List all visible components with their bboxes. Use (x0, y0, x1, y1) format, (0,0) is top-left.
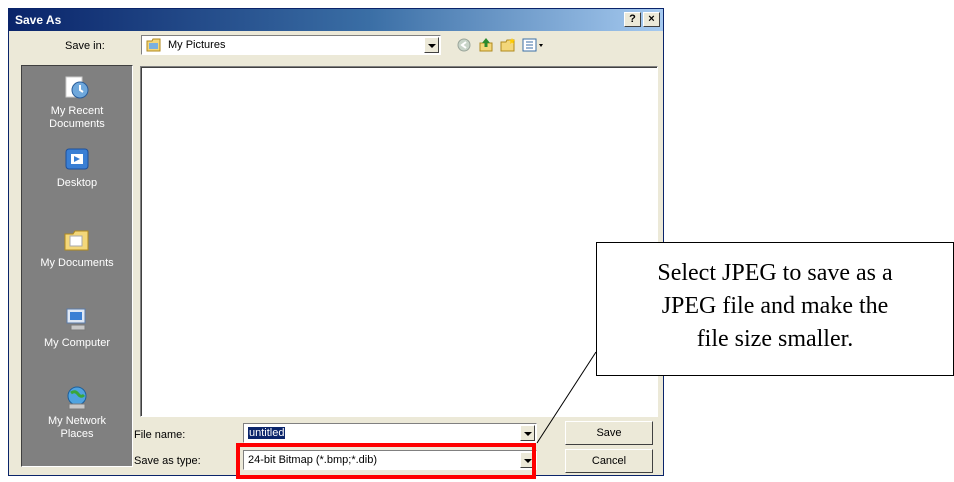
callout-leader-line (536, 351, 597, 444)
callout-line-2: JPEG file and make the (661, 293, 889, 319)
callout-line-1: Select JPEG to save as a (657, 260, 893, 286)
callout-line-3: file size smaller. (696, 326, 854, 352)
callout-box: Select JPEG to save as a JPEG file and m… (596, 242, 954, 376)
